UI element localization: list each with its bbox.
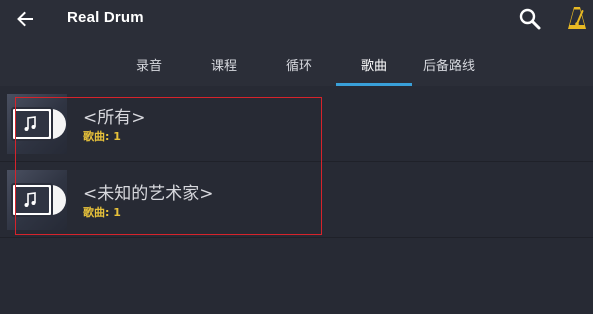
metronome-button[interactable] bbox=[565, 4, 589, 32]
artist-name: <所有> bbox=[83, 108, 146, 128]
music-note-icon bbox=[11, 183, 66, 217]
metronome-icon bbox=[568, 7, 586, 29]
arrow-left-icon bbox=[17, 11, 33, 27]
tab-recordings[interactable]: 录音 bbox=[126, 44, 172, 86]
tab-lessons[interactable]: 课程 bbox=[201, 44, 247, 86]
artist-row-unknown[interactable]: <未知的艺术家> 歌曲: 1 bbox=[0, 162, 593, 238]
tab-label: 课程 bbox=[210, 59, 237, 74]
tab-label: 后备路线 bbox=[422, 59, 475, 74]
tab-label: 歌曲 bbox=[360, 59, 387, 74]
tab-bar: 录音 课程 循环 歌曲 后备路线 bbox=[0, 44, 593, 86]
song-count: 歌曲: 1 bbox=[83, 206, 121, 219]
tab-backing-tracks[interactable]: 后备路线 bbox=[414, 44, 484, 86]
search-icon bbox=[519, 8, 541, 30]
back-button[interactable] bbox=[12, 6, 38, 32]
music-note-icon bbox=[11, 107, 66, 141]
tab-loops[interactable]: 循环 bbox=[276, 44, 322, 86]
album-thumbnail bbox=[7, 94, 67, 154]
artist-name: <未知的艺术家> bbox=[83, 184, 214, 204]
app-title: Real Drum bbox=[67, 9, 144, 26]
tab-label: 循环 bbox=[285, 59, 312, 74]
tab-label: 录音 bbox=[135, 59, 162, 74]
search-button[interactable] bbox=[517, 6, 543, 32]
album-thumbnail bbox=[7, 170, 67, 230]
artist-row-all[interactable]: <所有> 歌曲: 1 bbox=[0, 86, 593, 162]
tab-songs[interactable]: 歌曲 bbox=[336, 44, 412, 86]
song-count: 歌曲: 1 bbox=[83, 130, 121, 143]
app-bar: Real Drum 录音 课程 循环 歌曲 后备路线 bbox=[0, 0, 593, 86]
